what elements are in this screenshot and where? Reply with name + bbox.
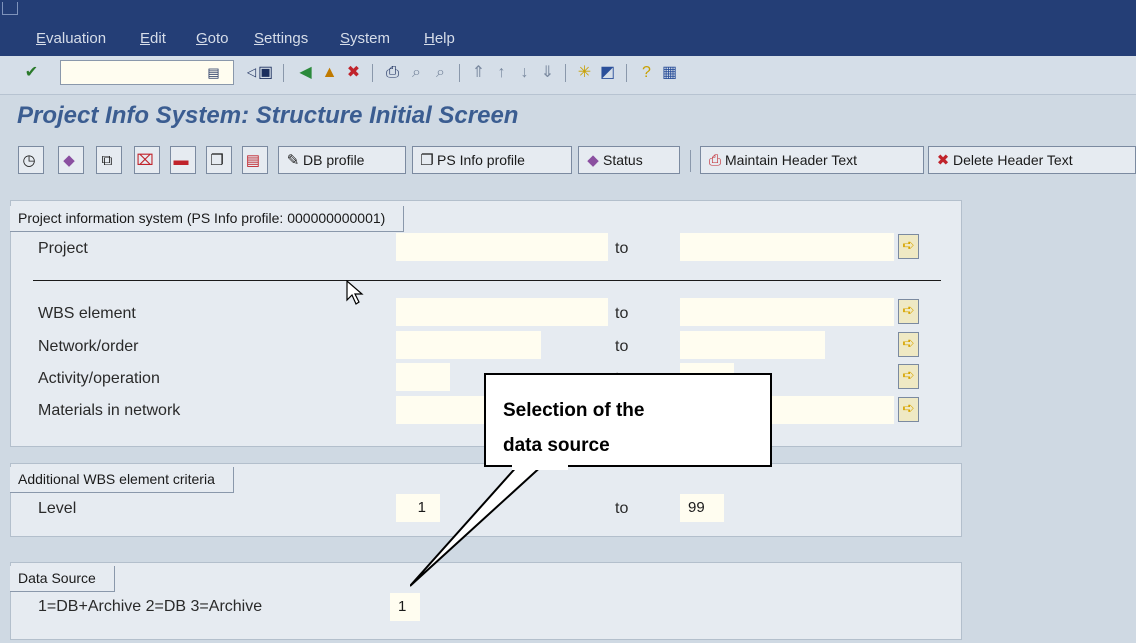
wbs-criteria-group-title: Additional WBS element criteria xyxy=(10,467,234,493)
mouse-pointer-icon xyxy=(346,280,364,305)
callout-join xyxy=(512,462,568,470)
printer-icon: ⎙ xyxy=(708,152,721,169)
find-next-icon[interactable]: ⌕ xyxy=(431,63,450,82)
exit-icon[interactable]: ▲ xyxy=(320,63,339,82)
menu-system[interactable]: System xyxy=(340,30,390,47)
wbs-element-multiple-selection-button[interactable]: ➪ xyxy=(898,299,919,324)
cancel-icon[interactable]: ✖ xyxy=(344,63,363,82)
wbs-element-from-input[interactable] xyxy=(396,298,608,326)
data-source-input[interactable]: 1 xyxy=(390,593,420,621)
status-button[interactable]: ◆ Status xyxy=(578,146,680,174)
project-from-input[interactable] xyxy=(396,233,608,261)
network-order-to-input[interactable] xyxy=(680,331,825,359)
level-label: Level xyxy=(38,500,77,517)
divider xyxy=(33,280,941,281)
profile-icon: ❐ xyxy=(420,152,434,169)
menu-evaluation[interactable]: Evaluation xyxy=(36,30,106,47)
execute-button[interactable]: ◷ xyxy=(18,146,44,174)
next-page-icon[interactable]: ↓ xyxy=(515,63,534,82)
menu-goto[interactable]: Goto xyxy=(196,30,229,47)
network-order-from-input[interactable] xyxy=(396,331,541,359)
display-icon: ▤ xyxy=(245,152,261,169)
clock-icon: ◷ xyxy=(22,152,36,169)
last-page-icon[interactable]: ⇓ xyxy=(538,63,557,82)
print-icon[interactable]: ⎙ xyxy=(383,63,402,82)
first-page-icon[interactable]: ⇑ xyxy=(469,63,488,82)
delete-header-text-button[interactable]: ✖ Delete Header Text xyxy=(928,146,1136,174)
materials-label: Materials in network xyxy=(38,402,181,419)
status-icon: ◆ xyxy=(587,152,599,169)
maintain-header-text-button[interactable]: ⎙ Maintain Header Text xyxy=(700,146,924,174)
create-session-icon[interactable]: ✳ xyxy=(575,63,594,82)
variant-button[interactable]: ▬ xyxy=(170,146,196,174)
data-source-group-title: Data Source xyxy=(10,566,115,592)
materials-multiple-selection-button[interactable]: ➪ xyxy=(898,397,919,422)
copy-button[interactable]: ⧉ xyxy=(96,146,122,174)
back-icon[interactable]: ◀ xyxy=(296,63,315,82)
copy-icon: ⧉ xyxy=(101,152,113,169)
callout-line-1: Selection of the xyxy=(503,400,645,421)
page-title: Project Info System: Structure Initial S… xyxy=(17,102,519,129)
menu-edit[interactable]: Edit xyxy=(140,30,166,47)
history-dropdown-icon[interactable]: ▤ xyxy=(204,63,223,82)
menu-settings[interactable]: Settings xyxy=(254,30,308,47)
help-icon[interactable]: ? xyxy=(637,63,656,82)
callout-pointer xyxy=(410,462,548,587)
selection-icon: ⌧ xyxy=(136,152,154,169)
prev-page-icon[interactable]: ↑ xyxy=(492,63,511,82)
choose-button[interactable]: ◆ xyxy=(58,146,84,174)
variant-icon: ▬ xyxy=(173,152,189,169)
network-order-label: Network/order xyxy=(38,338,139,355)
find-icon[interactable]: ⌕ xyxy=(407,63,426,82)
network-order-to-label: to xyxy=(615,338,629,355)
menu-bar: Evaluation Edit Goto Settings System Hel… xyxy=(0,0,1136,56)
db-profile-button[interactable]: ✎ DB profile xyxy=(278,146,406,174)
activity-operation-from-input[interactable] xyxy=(396,363,450,391)
project-to-label: to xyxy=(615,240,629,257)
diamond-icon: ◆ xyxy=(63,152,75,169)
delete-icon: ✖ xyxy=(936,152,950,169)
ps-info-profile-button[interactable]: ❐ PS Info profile xyxy=(412,146,572,174)
activity-operation-label: Activity/operation xyxy=(38,370,160,387)
profile-button[interactable]: ❐ xyxy=(206,146,232,174)
wbs-element-label: WBS element xyxy=(38,305,136,322)
project-to-input[interactable] xyxy=(680,233,894,261)
project-info-group-title: Project information system (PS Info prof… xyxy=(10,206,405,232)
save-icon[interactable]: ▣ xyxy=(256,63,275,82)
level-to-label: to xyxy=(615,500,629,517)
callout-text: Selection of the data source xyxy=(503,393,753,463)
wbs-element-to-label: to xyxy=(615,305,629,322)
wbs-element-to-input[interactable] xyxy=(680,298,894,326)
display-button[interactable]: ▤ xyxy=(242,146,268,174)
profile-icon: ❐ xyxy=(210,152,224,169)
callout-line-2: data source xyxy=(503,435,610,456)
pencil-icon: ✎ xyxy=(286,152,300,169)
data-source-label: 1=DB+Archive 2=DB 3=Archive xyxy=(38,598,263,615)
activity-operation-multiple-selection-button[interactable]: ➪ xyxy=(898,364,919,389)
level-to-input[interactable]: 99 xyxy=(680,494,724,522)
shortcut-icon[interactable]: ◩ xyxy=(598,63,617,82)
window-menu-icon[interactable] xyxy=(2,2,18,15)
layout-icon[interactable]: ▦ xyxy=(660,63,679,82)
network-order-multiple-selection-button[interactable]: ➪ xyxy=(898,332,919,357)
menu-help[interactable]: Help xyxy=(424,30,455,47)
project-multiple-selection-button[interactable]: ➪ xyxy=(898,234,919,259)
project-label: Project xyxy=(38,240,88,257)
enter-icon[interactable]: ✔ xyxy=(22,63,41,82)
selection-button[interactable]: ⌧ xyxy=(134,146,160,174)
